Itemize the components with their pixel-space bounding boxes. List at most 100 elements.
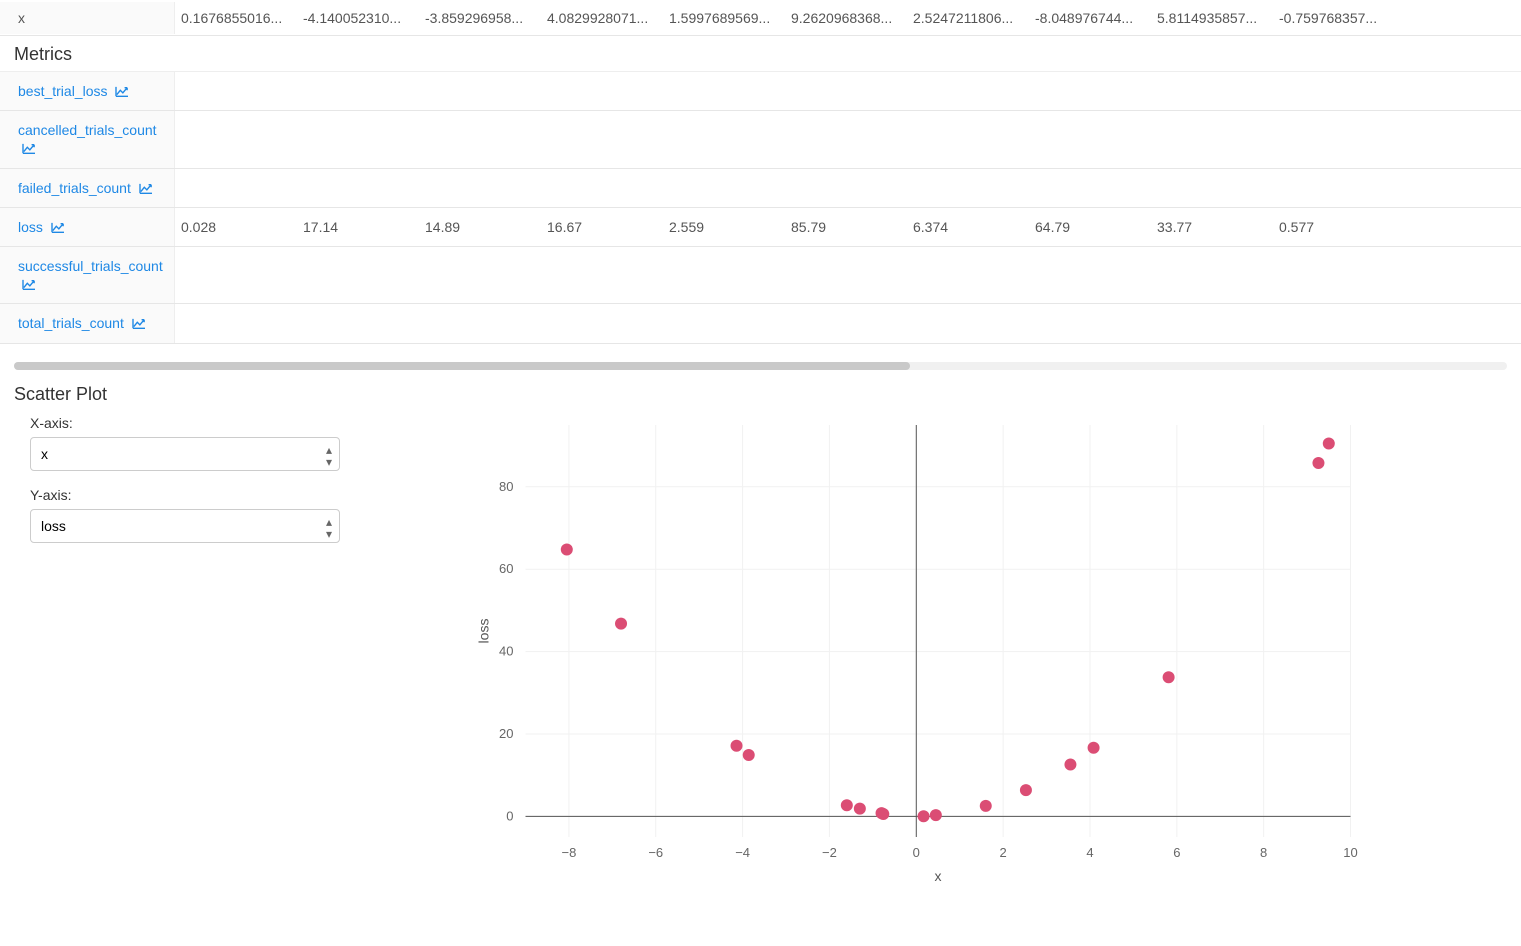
metric-cells (175, 247, 1521, 303)
param-cell: 1.5997689569... (663, 2, 785, 34)
metric-cells (175, 304, 1521, 342)
metric-cell (1029, 267, 1151, 283)
metric-cells (175, 169, 1521, 207)
metric-cell (175, 83, 297, 99)
metric-cell (1029, 180, 1151, 196)
metric-label: successful_trials_count (0, 247, 175, 303)
svg-text:−4: −4 (735, 845, 750, 860)
line-chart-icon[interactable] (22, 140, 36, 156)
metric-cell (1151, 180, 1273, 196)
metric-cell: 6.374 (907, 211, 1029, 243)
param-row-x: x 0.1676855016...-4.140052310...-3.85929… (0, 0, 1521, 36)
metric-label: total_trials_count (0, 304, 175, 342)
metric-cell: 0.577 (1273, 211, 1395, 243)
metric-link-failed-trials-count[interactable]: failed_trials_count (18, 180, 131, 196)
svg-text:8: 8 (1260, 845, 1267, 860)
metric-cell (907, 83, 1029, 99)
metric-cell (1151, 83, 1273, 99)
metric-label: cancelled_trials_count (0, 111, 175, 167)
metric-cell (175, 267, 297, 283)
svg-text:loss: loss (476, 618, 492, 643)
metric-cell (1151, 267, 1273, 283)
param-cell: -4.140052310... (297, 2, 419, 34)
metric-row-failed-trials-count: failed_trials_count (0, 169, 1521, 208)
metric-label: failed_trials_count (0, 169, 175, 207)
line-chart-icon[interactable] (135, 180, 153, 196)
metric-link-loss[interactable]: loss (18, 219, 43, 235)
metric-cell (297, 315, 419, 331)
metric-cell (297, 83, 419, 99)
svg-text:20: 20 (499, 726, 513, 741)
line-chart-icon[interactable] (128, 315, 146, 331)
metric-cell (541, 315, 663, 331)
metric-cell (419, 83, 541, 99)
metric-link-total-trials-count[interactable]: total_trials_count (18, 315, 124, 331)
metric-cell (541, 267, 663, 283)
metric-cell (1273, 315, 1395, 331)
param-cell: 9.2620968368... (785, 2, 907, 34)
param-cell: 2.5247211806... (907, 2, 1029, 34)
metric-cell (785, 315, 907, 331)
line-chart-icon (22, 143, 36, 155)
metric-cell (907, 180, 1029, 196)
metric-cell (297, 267, 419, 283)
metric-cells (175, 72, 1521, 110)
metric-cell (297, 180, 419, 196)
metric-cell (663, 83, 785, 99)
metric-cell (419, 315, 541, 331)
svg-text:x: x (935, 868, 942, 884)
svg-text:−8: −8 (562, 845, 577, 860)
metric-cell (175, 180, 297, 196)
metric-row-best-trial-loss: best_trial_loss (0, 72, 1521, 111)
metric-cell (785, 180, 907, 196)
svg-text:0: 0 (913, 845, 920, 860)
metric-cell (1029, 131, 1151, 147)
line-chart-icon[interactable] (47, 219, 65, 235)
param-cell: -0.759768357... (1273, 2, 1395, 34)
line-chart-icon[interactable] (112, 83, 130, 99)
metric-row-total-trials-count: total_trials_count (0, 304, 1521, 343)
metric-cell (785, 83, 907, 99)
line-chart-icon[interactable] (22, 276, 36, 292)
scatter-controls: X-axis: x ▴▾ Y-axis: loss ▴▾ (30, 415, 360, 885)
metric-row-successful-trials-count: successful_trials_count (0, 247, 1521, 304)
metric-cell (663, 315, 785, 331)
metric-cell (1151, 131, 1273, 147)
param-row-cells: 0.1676855016...-4.140052310...-3.8592969… (175, 2, 1521, 34)
line-chart-icon (115, 86, 129, 98)
metric-cells (175, 111, 1521, 167)
svg-text:0: 0 (506, 808, 513, 823)
scatter-plot-heading: Scatter Plot (0, 384, 1521, 415)
metric-label: best_trial_loss (0, 72, 175, 110)
metric-link-cancelled-trials-count[interactable]: cancelled_trials_count (18, 122, 157, 138)
metric-link-successful-trials-count[interactable]: successful_trials_count (18, 258, 163, 274)
metric-cell (541, 131, 663, 147)
line-chart-icon (139, 183, 153, 195)
x-axis-select[interactable]: x (30, 437, 340, 471)
metric-cell (541, 83, 663, 99)
x-axis-label: X-axis: (30, 415, 360, 431)
metric-cells: 0.02817.1414.8916.672.55985.796.37464.79… (175, 208, 1521, 246)
metric-cell (1273, 180, 1395, 196)
y-axis-select[interactable]: loss (30, 509, 340, 543)
metric-row-loss: loss 0.02817.1414.8916.672.55985.796.374… (0, 208, 1521, 247)
svg-text:80: 80 (499, 478, 513, 493)
metric-cell: 16.67 (541, 211, 663, 243)
metric-cell (419, 180, 541, 196)
svg-text:6: 6 (1173, 845, 1180, 860)
scatter-chart[interactable]: −8−6−4−20246810020406080xloss (360, 415, 1481, 885)
y-axis-label: Y-axis: (30, 487, 360, 503)
svg-text:2: 2 (1000, 845, 1007, 860)
metric-cell (663, 180, 785, 196)
metric-cell (785, 267, 907, 283)
metric-cell (1273, 267, 1395, 283)
metric-cell: 85.79 (785, 211, 907, 243)
svg-text:40: 40 (499, 643, 513, 658)
metric-cell (663, 267, 785, 283)
metric-cell (663, 131, 785, 147)
svg-text:60: 60 (499, 561, 513, 576)
metric-link-best-trial-loss[interactable]: best_trial_loss (18, 83, 108, 99)
metric-cell: 0.028 (175, 211, 297, 243)
scrollbar-thumb[interactable] (14, 362, 910, 370)
horizontal-scrollbar[interactable] (14, 362, 1507, 372)
